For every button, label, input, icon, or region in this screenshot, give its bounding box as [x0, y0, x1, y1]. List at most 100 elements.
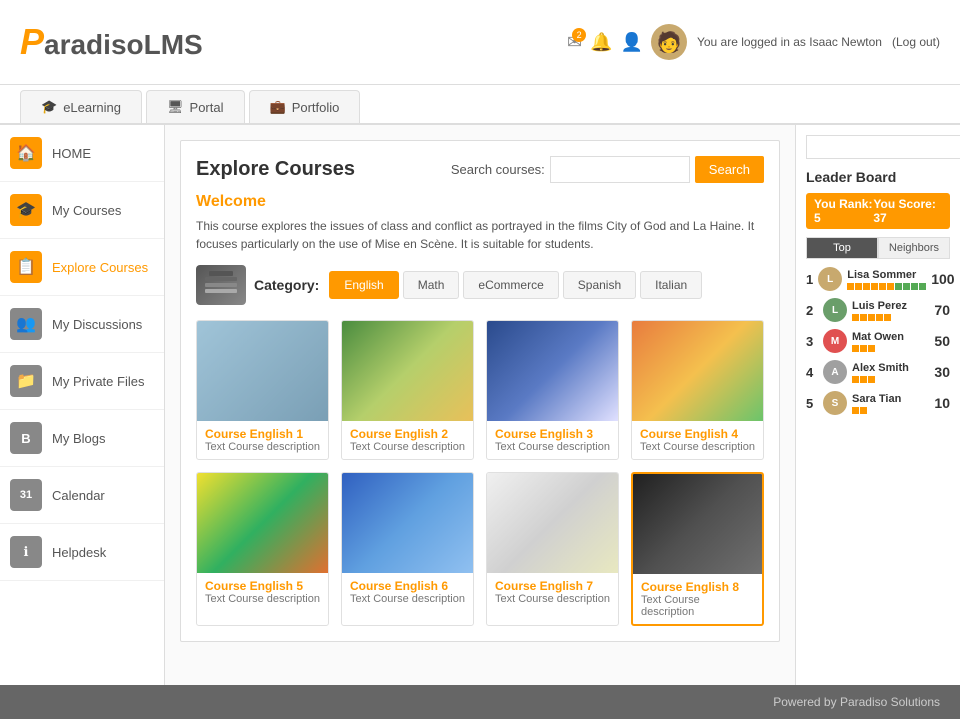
lb-avatar-3: M	[823, 329, 847, 353]
tab-portal[interactable]: 🖥 Portal	[146, 90, 244, 123]
search-courses-button[interactable]: Search	[695, 156, 764, 183]
discussions-icon: 👥	[10, 308, 42, 340]
monitor-icon: 🖥	[167, 99, 184, 115]
lb-rank-3: 3	[806, 334, 818, 349]
notification-icon-wrapper[interactable]: 🔔	[590, 32, 612, 53]
course-card-4: Course English 4 Text Course description	[631, 320, 764, 460]
footer-text: Powered by Paradiso Solutions	[773, 695, 940, 709]
header: P aradisoLMS ✉ 2 🔔 👤 🧑 You are logged in…	[0, 0, 960, 85]
search-courses-label: Search courses:	[451, 162, 545, 177]
leaderboard-tabs: Top Neighbors	[806, 237, 950, 259]
course-name-3[interactable]: Course English 3	[495, 427, 610, 441]
helpdesk-icon: ℹ	[10, 536, 42, 568]
lb-rank-4: 4	[806, 365, 818, 380]
course-info-5: Course English 5 Text Course description	[197, 573, 328, 611]
course-name-4[interactable]: Course English 4	[640, 427, 755, 441]
header-right: ✉ 2 🔔 👤 🧑 You are logged in as Isaac New…	[567, 24, 940, 60]
page-title: Explore Courses	[196, 158, 355, 181]
course-card-7: Course English 7 Text Course description	[486, 472, 619, 626]
category-tabs: English Math eCommerce Spanish Italian	[329, 271, 702, 299]
sidebar: 🏠 HOME 🎓 My Courses 📋 Explore Courses 👥 …	[0, 125, 165, 685]
course-info-7: Course English 7 Text Course description	[487, 573, 618, 611]
lb-score-3: 50	[934, 333, 950, 349]
course-name-8[interactable]: Course English 8	[641, 580, 754, 594]
course-img-7	[487, 473, 618, 573]
sidebar-files-label: My Private Files	[52, 374, 144, 389]
sidebar-blogs-label: My Blogs	[52, 431, 105, 446]
lb-entry-4: 4 A Alex Smith 30	[806, 360, 950, 384]
course-desc-2: Text Course description	[350, 441, 465, 453]
lb-name-5: Sara Tian	[852, 393, 929, 405]
sidebar-item-helpdesk[interactable]: ℹ Helpdesk	[0, 524, 164, 581]
course-desc-5: Text Course description	[205, 593, 320, 605]
lb-bars-3	[852, 345, 929, 352]
message-icon-wrapper[interactable]: ✉ 2	[567, 32, 582, 53]
course-desc-4: Text Course description	[640, 441, 755, 453]
bar-o-3	[863, 283, 870, 290]
cat-tab-english[interactable]: English	[329, 271, 398, 299]
sidebar-item-my-courses[interactable]: 🎓 My Courses	[0, 182, 164, 239]
course-desc-7: Text Course description	[495, 593, 610, 605]
course-desc-6: Text Course description	[350, 593, 465, 605]
sidebar-item-explore-courses[interactable]: 📋 Explore Courses	[0, 239, 164, 296]
lb-name-2: Luis Perez	[852, 300, 929, 312]
logout-link[interactable]: (Log out)	[892, 35, 940, 49]
category-icon-area: Category:	[196, 265, 319, 305]
course-name-2[interactable]: Course English 2	[350, 427, 465, 441]
right-panel: Search Leader Board You Rank: 5 You Scor…	[795, 125, 960, 685]
sidebar-my-courses-label: My Courses	[52, 203, 121, 218]
bar-g-2	[903, 283, 910, 290]
course-name-7[interactable]: Course English 7	[495, 579, 610, 593]
your-score: You Score: 37	[873, 197, 942, 225]
course-card-3: Course English 3 Text Course description	[486, 320, 619, 460]
sidebar-item-home[interactable]: 🏠 HOME	[0, 125, 164, 182]
search-courses-input[interactable]	[550, 156, 690, 183]
logo-p: P	[20, 21, 44, 63]
person-icon: 👤	[621, 32, 643, 52]
blogs-icon: B	[10, 422, 42, 454]
avatar[interactable]: 🧑	[651, 24, 687, 60]
logged-in-text: You are logged in as Isaac Newton	[697, 35, 882, 49]
sidebar-item-discussions[interactable]: 👥 My Discussions	[0, 296, 164, 353]
lb-tab-neighbors[interactable]: Neighbors	[878, 237, 950, 259]
content-area: Explore Courses Search courses: Search W…	[165, 125, 795, 685]
sidebar-item-calendar[interactable]: 31 Calendar	[0, 467, 164, 524]
lb-entry-1: 1 L Lisa Sommer 100	[806, 267, 950, 291]
cat-tab-spanish[interactable]: Spanish	[563, 271, 636, 299]
tab-portfolio[interactable]: 💼 Portfolio	[249, 90, 361, 123]
right-search-input[interactable]	[806, 135, 960, 159]
course-img-1	[197, 321, 328, 421]
course-info-4: Course English 4 Text Course description	[632, 421, 763, 459]
cat-tab-ecommerce[interactable]: eCommerce	[463, 271, 558, 299]
bar-o-1	[847, 283, 854, 290]
welcome-text: This course explores the issues of class…	[196, 217, 764, 253]
cat-tab-italian[interactable]: Italian	[640, 271, 702, 299]
home-icon: 🏠	[10, 137, 42, 169]
course-card-8: Course English 8 Text Course description	[631, 472, 764, 626]
sidebar-home-label: HOME	[52, 146, 91, 161]
profile-icon-wrapper[interactable]: 👤	[621, 32, 643, 53]
course-card-2: Course English 2 Text Course description	[341, 320, 474, 460]
explore-icon: 📋	[10, 251, 42, 283]
lb-score-2: 70	[934, 302, 950, 318]
lb-rank-5: 5	[806, 396, 818, 411]
course-name-6[interactable]: Course English 6	[350, 579, 465, 593]
course-info-8: Course English 8 Text Course description	[633, 574, 762, 624]
sidebar-item-private-files[interactable]: 📁 My Private Files	[0, 353, 164, 410]
cat-tab-math[interactable]: Math	[403, 271, 460, 299]
course-img-6	[342, 473, 473, 573]
course-desc-8: Text Course description	[641, 594, 754, 618]
bar-g-4	[919, 283, 926, 290]
lb-tab-top[interactable]: Top	[806, 237, 878, 259]
header-user-text: You are logged in as Isaac Newton (Log o…	[697, 35, 940, 49]
course-img-3	[487, 321, 618, 421]
bar-g-1	[895, 283, 902, 290]
course-name-5[interactable]: Course English 5	[205, 579, 320, 593]
sidebar-item-blogs[interactable]: B My Blogs	[0, 410, 164, 467]
category-stack-icon	[196, 265, 246, 305]
leaderboard-title: Leader Board	[806, 169, 950, 185]
tab-elearning[interactable]: 🎓 eLearning	[20, 90, 142, 123]
course-name-1[interactable]: Course English 1	[205, 427, 320, 441]
bar-g-3	[911, 283, 918, 290]
tab-portfolio-label: Portfolio	[292, 100, 340, 115]
